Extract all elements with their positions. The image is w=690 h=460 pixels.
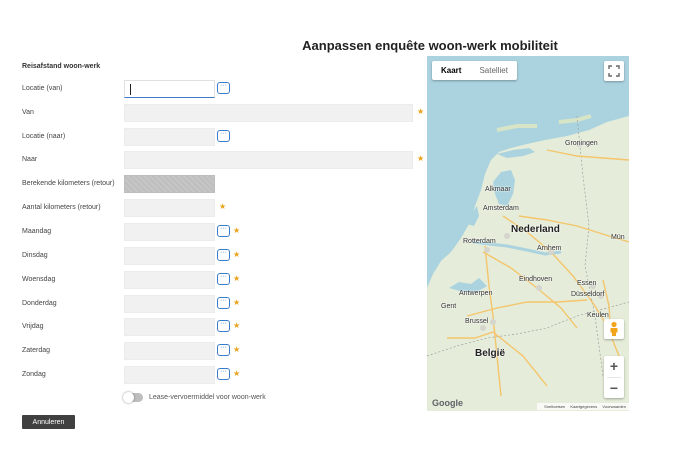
cancel-button[interactable]: Annuleren [22, 415, 75, 429]
zoom-out-button[interactable]: − [604, 378, 624, 399]
required-star-icon: ★ [233, 321, 241, 330]
naar-label: Naar [22, 156, 38, 163]
map-label-amsterdam: Amsterdam [483, 205, 519, 212]
berekende-km-label: Berekende kilometers (retour) [22, 180, 115, 187]
map-label-mun: Mün [611, 234, 625, 241]
lease-toggle-label: Lease-vervoermiddel voor woon-werk [149, 394, 266, 401]
google-logo: Google [432, 398, 463, 408]
map-label-arnhem: Arnhem [537, 245, 562, 252]
map-label-dusseldorf: Düsseldorf [571, 291, 605, 298]
donderdag-input[interactable] [124, 295, 215, 313]
required-star-icon: ★ [233, 345, 241, 354]
aantal-km-input[interactable] [124, 199, 215, 217]
maandag-label: Maandag [22, 228, 52, 235]
lease-toggle[interactable] [123, 392, 143, 403]
row-woensdag: Woensdag ··· ★ [0, 271, 430, 291]
locatie-van-lookup-button[interactable]: ··· [217, 82, 230, 94]
map-label-brussel: Brussel [465, 318, 489, 325]
maandag-lookup-button[interactable]: ··· [217, 225, 230, 237]
locatie-naar-input[interactable] [124, 128, 215, 146]
row-van: Van ★ [0, 104, 430, 124]
locatie-naar-lookup-button[interactable]: ··· [217, 130, 230, 142]
van-label: Van [22, 109, 34, 116]
row-zaterdag: Zaterdag ··· ★ [0, 342, 430, 362]
map-label-nl: Nederland [511, 224, 560, 235]
zondag-input[interactable] [124, 366, 215, 384]
map-type-satelliet-button[interactable]: Satelliet [470, 61, 516, 80]
terms-link[interactable]: Voorwaarden [602, 404, 626, 409]
zoom-control: + − [604, 356, 624, 398]
map-label-keulen: Keulen [587, 312, 609, 319]
map-type-control: Kaart Satelliet [432, 61, 517, 80]
map-attribution: Sneltoetsen Kaartgegevens Voorwaarden [537, 403, 629, 410]
required-star-icon: ★ [417, 107, 425, 116]
row-maandag: Maandag ··· ★ [0, 223, 430, 243]
map-label-alkmaar: Alkmaar [485, 186, 511, 193]
section-title: Reisafstand woon-werk [22, 63, 101, 70]
row-zondag: Zondag ··· ★ [0, 366, 430, 386]
row-naar: Naar ★ [0, 151, 430, 171]
pegman-icon [610, 321, 618, 336]
locatie-naar-label: Locatie (naar) [22, 133, 66, 140]
street-view-button[interactable] [604, 319, 624, 339]
text-caret [130, 84, 131, 95]
row-donderdag: Donderdag ··· ★ [0, 295, 430, 315]
required-star-icon: ★ [233, 369, 241, 378]
page-title: Aanpassen enquête woon-werk mobiliteit [302, 38, 558, 53]
vrijdag-label: Vrijdag [22, 323, 44, 330]
row-locatie-naar: Locatie (naar) ··· [0, 128, 430, 148]
woensdag-label: Woensdag [22, 276, 56, 283]
zoom-in-button[interactable]: + [604, 356, 624, 377]
zaterdag-label: Zaterdag [22, 347, 51, 354]
locatie-van-input[interactable] [124, 80, 215, 98]
row-locatie-van: Locatie (van) ··· [0, 80, 430, 100]
van-input[interactable] [124, 104, 413, 122]
locatie-van-label: Locatie (van) [22, 85, 63, 92]
map-label-groningen: Groningen [565, 140, 598, 147]
dinsdag-input[interactable] [124, 247, 215, 265]
row-aantal-km: Aantal kilometers (retour) ★ [0, 199, 430, 219]
map-data-link[interactable]: Kaartgegevens [570, 404, 597, 409]
row-berekende-km: Berekende kilometers (retour) [0, 175, 430, 195]
map-label-eindhoven: Eindhoven [519, 276, 553, 283]
naar-input[interactable] [124, 151, 413, 169]
required-star-icon: ★ [233, 226, 241, 235]
row-dinsdag: Dinsdag ··· ★ [0, 247, 430, 267]
vrijdag-lookup-button[interactable]: ··· [217, 320, 230, 332]
maandag-input[interactable] [124, 223, 215, 241]
dinsdag-label: Dinsdag [22, 252, 48, 259]
vrijdag-input[interactable] [124, 318, 215, 336]
donderdag-label: Donderdag [22, 300, 57, 307]
berekende-km-field [124, 175, 215, 193]
row-vrijdag: Vrijdag ··· ★ [0, 318, 430, 338]
dinsdag-lookup-button[interactable]: ··· [217, 249, 230, 261]
map-label-rotterdam: Rotterdam [463, 238, 496, 245]
zaterdag-lookup-button[interactable]: ··· [217, 344, 230, 356]
required-star-icon: ★ [233, 298, 241, 307]
woensdag-lookup-button[interactable]: ··· [217, 273, 230, 285]
map-label-be: België [475, 348, 506, 359]
map-label-antwerpen: Antwerpen [459, 290, 493, 297]
required-star-icon: ★ [417, 154, 425, 163]
woensdag-input[interactable] [124, 271, 215, 289]
donderdag-lookup-button[interactable]: ··· [217, 297, 230, 309]
map-type-kaart-button[interactable]: Kaart [432, 61, 470, 80]
zondag-lookup-button[interactable]: ··· [217, 368, 230, 380]
aantal-km-label: Aantal kilometers (retour) [22, 204, 101, 211]
required-star-icon: ★ [233, 250, 241, 259]
fullscreen-button[interactable] [604, 61, 624, 81]
map-label-gent: Gent [441, 303, 457, 310]
shortcuts-link[interactable]: Sneltoetsen [544, 404, 565, 409]
required-star-icon: ★ [233, 274, 241, 283]
map[interactable]: Nederland België Groningen Alkmaar Amste… [427, 56, 629, 411]
zondag-label: Zondag [22, 371, 46, 378]
zaterdag-input[interactable] [124, 342, 215, 360]
toggle-knob [123, 392, 134, 403]
fullscreen-icon [608, 65, 620, 77]
map-label-essen: Essen [577, 280, 597, 287]
required-star-icon: ★ [219, 202, 227, 211]
